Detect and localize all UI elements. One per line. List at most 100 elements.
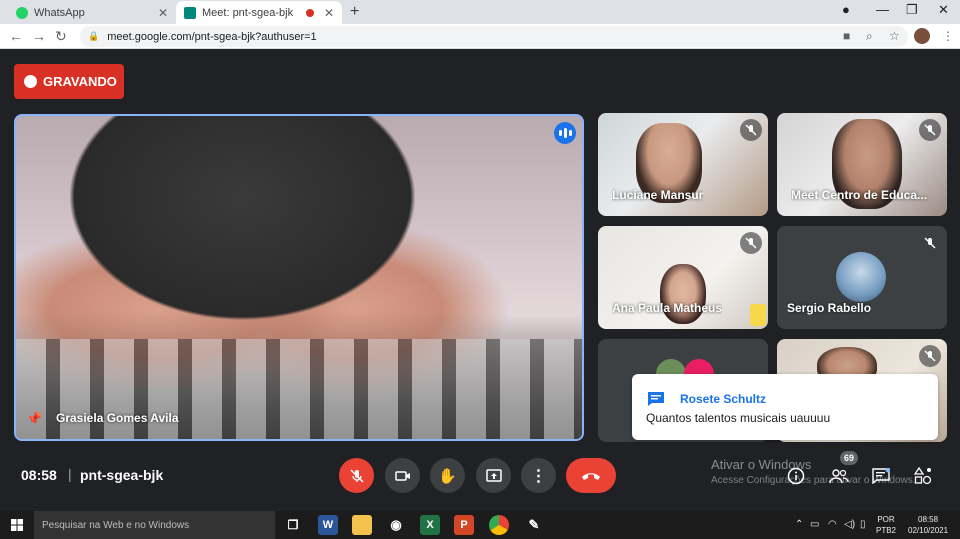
start-button[interactable] — [0, 511, 34, 539]
recording-dot-icon — [305, 8, 314, 17]
powerpoint-icon[interactable]: P — [454, 515, 474, 535]
video-camera-icon — [394, 470, 410, 481]
activities-button[interactable] — [912, 465, 934, 487]
leave-call-button[interactable] — [566, 458, 616, 493]
wifi-icon[interactable]: ◠ — [828, 519, 837, 530]
tab-title: WhatsApp — [34, 6, 85, 19]
tab-meet[interactable]: Meet: pnt-sgea-bjk ✕ — [176, 1, 342, 24]
zoom-icon[interactable]: ⌕ — [866, 29, 873, 44]
mic-off-icon — [919, 345, 941, 367]
raise-hand-button[interactable]: ✋ — [430, 458, 465, 493]
close-icon[interactable]: ✕ — [324, 6, 334, 20]
search-placeholder: Pesquisar na Web e no Windows — [42, 519, 190, 531]
mic-off-icon — [349, 468, 364, 483]
battery-icon[interactable]: ▭ — [810, 519, 819, 530]
clock-date: 02/10/2021 — [908, 526, 949, 535]
participants-button[interactable] — [828, 465, 850, 487]
language-indicator[interactable]: POR PTB2 — [876, 514, 896, 536]
more-options-button[interactable]: ⋮ — [521, 458, 556, 493]
paint-icon[interactable]: ✎ — [524, 515, 544, 535]
maximize-icon[interactable]: ❐ — [906, 2, 918, 18]
speaking-indicator-icon — [554, 122, 576, 144]
lock-icon: 🔒 — [88, 31, 100, 41]
profile-avatar[interactable] — [914, 28, 930, 44]
task-view-icon[interactable]: ❐ — [283, 515, 303, 535]
participant-video — [660, 264, 706, 324]
mic-off-icon — [740, 232, 762, 254]
chat-sender: Rosete Schultz — [680, 392, 767, 406]
taskbar-clock[interactable]: 08:58 02/10/2021 — [908, 514, 948, 536]
windows-logo-icon — [11, 519, 23, 531]
info-icon — [787, 467, 805, 485]
recording-badge[interactable]: GRAVANDO — [14, 64, 124, 99]
more-vert-icon: ⋮ — [530, 467, 547, 485]
participant-name: Ana Paula Matheus — [612, 301, 723, 315]
chat-icon — [647, 391, 665, 412]
hang-up-icon — [582, 472, 600, 480]
participant-tile[interactable]: Ana Paula Matheus — [598, 226, 768, 329]
present-screen-button[interactable] — [476, 458, 511, 493]
back-icon[interactable]: ← — [9, 28, 23, 44]
activities-icon — [914, 467, 932, 485]
forward-icon[interactable]: → — [32, 28, 46, 44]
whatsapp-icon — [16, 6, 28, 19]
file-explorer-icon[interactable] — [352, 515, 372, 535]
language-code: POR — [877, 515, 895, 524]
tab-search-icon[interactable]: ● — [842, 2, 850, 17]
reload-icon[interactable]: ↻ — [55, 28, 67, 45]
sticker-image — [750, 304, 766, 326]
mic-off-icon — [740, 119, 762, 141]
camera-toggle-button[interactable] — [385, 458, 420, 493]
participant-name: Luciane Mansur — [612, 188, 704, 202]
volume-icon[interactable]: ◁) — [844, 519, 855, 530]
participant-avatar — [836, 252, 886, 302]
mic-toggle-button[interactable] — [339, 458, 374, 493]
camera-permission-icon[interactable]: ■ — [843, 29, 850, 43]
chat-icon — [872, 468, 890, 484]
notification-icon[interactable]: ▯ — [860, 519, 866, 530]
recording-label: GRAVANDO — [43, 74, 117, 89]
browser-tab-strip: WhatsApp ✕ Meet: pnt-sgea-bjk ✕ + ● — ❐ … — [0, 0, 960, 24]
participant-name: Meet Centro de Educa... — [791, 188, 928, 202]
url-text: meet.google.com/pnt-sgea-bjk?authuser=1 — [107, 30, 317, 43]
meeting-details-button[interactable] — [785, 465, 807, 487]
participant-tile[interactable]: Luciane Mansur — [598, 113, 768, 216]
participant-count-badge: 69 — [840, 451, 858, 465]
people-icon — [829, 469, 849, 484]
tab-title: Meet: pnt-sgea-bjk — [202, 6, 294, 19]
meet-icon — [184, 6, 196, 19]
clock-time: 08:58 — [918, 515, 939, 524]
participant-tile[interactable]: Meet Centro de Educa... — [777, 113, 947, 216]
minimize-icon[interactable]: — — [876, 2, 889, 17]
mic-off-icon — [919, 232, 941, 254]
chat-notification[interactable]: Rosete Schultz Quantos talentos musicais… — [632, 374, 938, 440]
meeting-code[interactable]: pnt-sgea-bjk — [80, 467, 163, 483]
participant-name: Grasiela Gomes Avila — [56, 411, 179, 425]
main-video-tile[interactable]: 📌 Grasiela Gomes Avila — [14, 114, 584, 441]
participant-tile[interactable]: Sergio Rabello — [777, 226, 947, 329]
mic-off-icon — [919, 119, 941, 141]
camera-app-icon[interactable]: ◉ — [386, 515, 406, 535]
tab-whatsapp[interactable]: WhatsApp ✕ — [8, 1, 176, 24]
star-icon[interactable]: ☆ — [889, 29, 900, 43]
windows-taskbar: Pesquisar na Web e no Windows ❐ W ◉ X P … — [0, 511, 960, 539]
chat-button[interactable] — [870, 465, 892, 487]
chat-message: Quantos talentos musicais uauuuu — [646, 411, 831, 425]
participant-name: Sergio Rabello — [787, 301, 872, 315]
browser-toolbar: ← → ↻ 🔒 meet.google.com/pnt-sgea-bjk?aut… — [0, 24, 960, 49]
word-icon[interactable]: W — [318, 515, 338, 535]
tray-chevron-icon[interactable]: ⌃ — [795, 519, 803, 530]
excel-icon[interactable]: X — [420, 515, 440, 535]
present-icon — [485, 468, 502, 482]
address-bar[interactable]: 🔒 meet.google.com/pnt-sgea-bjk?authuser=… — [80, 26, 908, 47]
taskbar-search-input[interactable]: Pesquisar na Web e no Windows — [34, 511, 275, 539]
chrome-icon[interactable] — [489, 515, 509, 535]
close-window-icon[interactable]: ✕ — [938, 2, 949, 18]
separator: | — [68, 466, 72, 482]
meeting-clock: 08:58 — [21, 467, 57, 483]
close-icon[interactable]: ✕ — [158, 6, 168, 20]
new-tab-button[interactable]: + — [350, 3, 359, 21]
pin-icon[interactable]: 📌 — [26, 411, 42, 427]
keyboard-layout: PTB2 — [876, 526, 897, 535]
menu-kebab-icon[interactable]: ⋮ — [942, 29, 954, 43]
